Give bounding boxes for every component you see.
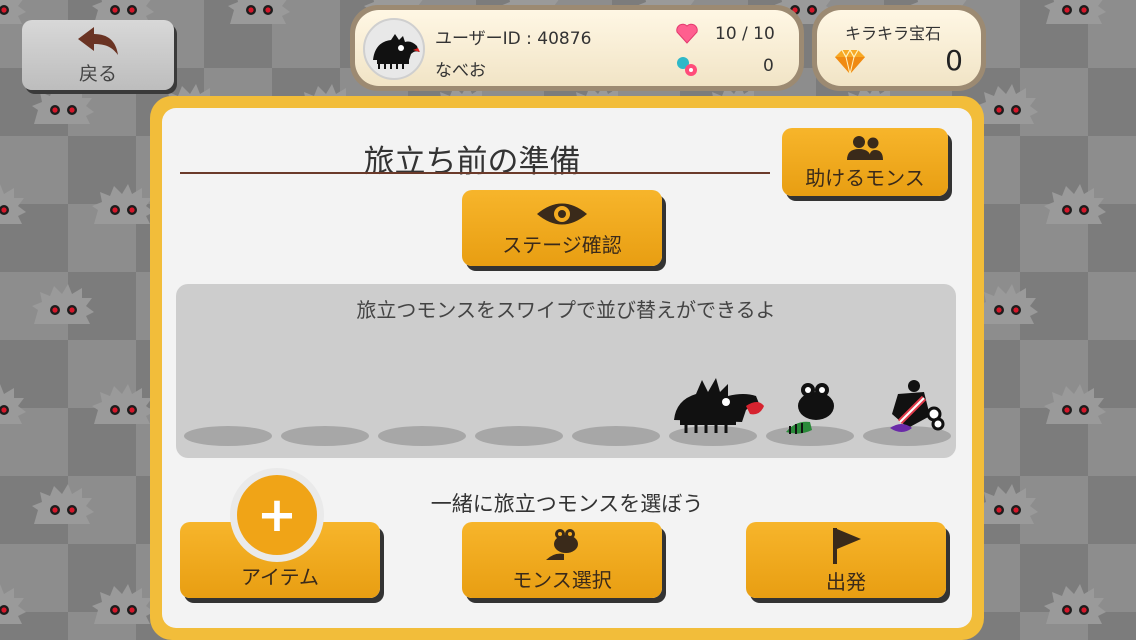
mons-select-label: モンス選択 (512, 567, 612, 592)
depart-label: 出発 (826, 569, 866, 594)
back-label: 戻る (78, 62, 117, 85)
depart-button[interactable]: 出発 (746, 522, 946, 598)
avatar-monster-icon (373, 34, 420, 69)
diamond-icon (835, 48, 865, 75)
stage-check-label: ステージ確認 (502, 232, 622, 257)
plus-icon: + (237, 475, 317, 555)
background-monster (1044, 0, 1106, 24)
helper-mons-label: 助けるモンス (805, 165, 925, 190)
background-monster (228, 0, 290, 24)
background-monster (32, 484, 94, 524)
back-arrow-icon (78, 26, 118, 55)
back-button[interactable]: 戻る (22, 20, 174, 90)
stage-check-button[interactable]: ステージ確認 (462, 190, 662, 266)
background-monster (1044, 184, 1106, 224)
hearts-count: 10 / 10 (715, 24, 775, 44)
mons-select-button[interactable]: モンス選択 (462, 522, 662, 598)
people-icon (847, 135, 883, 160)
background-monster (1044, 384, 1106, 424)
party-slot-empty[interactable] (475, 426, 563, 446)
party-slot-empty[interactable] (378, 426, 466, 446)
heart-icon (676, 23, 698, 44)
party-slot-empty[interactable] (184, 426, 272, 446)
monster-spiky-icon[interactable] (670, 372, 766, 438)
gem-label: キラキラ宝石 (845, 24, 942, 43)
helper-mons-button[interactable]: 助けるモンス (782, 128, 948, 196)
gem-panel: キラキラ宝石 0 (812, 5, 986, 91)
party-slot-empty[interactable] (281, 426, 369, 446)
background-monster (92, 384, 154, 424)
avatar (363, 18, 425, 80)
background-monster (0, 184, 26, 224)
candy-count: 0 (763, 56, 774, 76)
flag-icon (833, 527, 861, 564)
title-divider (180, 172, 770, 174)
background-monster (0, 384, 26, 424)
background-monster (32, 284, 94, 324)
background-monster (1044, 584, 1106, 624)
candy-icon (677, 57, 697, 76)
party-slot-empty[interactable] (572, 426, 660, 446)
swipe-hint: 旅立つモンスをスワイプで並び替えができるよ (356, 298, 776, 322)
monster-icon (546, 528, 578, 560)
background-monster (92, 584, 154, 624)
item-label: アイテム (241, 565, 319, 589)
party-swipe-area[interactable]: 旅立つモンスをスワイプで並び替えができるよ (176, 284, 956, 458)
monster-frog-icon[interactable] (782, 380, 842, 440)
eye-icon (537, 203, 587, 224)
gem-count: 0 (945, 44, 963, 77)
monster-bow-icon[interactable] (880, 376, 946, 442)
background-monster (92, 184, 154, 224)
user-id: ユーザーID : 40876 (435, 29, 592, 49)
background-monster (0, 584, 26, 624)
user-name: なべお (435, 61, 486, 81)
add-item-button[interactable]: + (230, 468, 324, 562)
page-title: 旅立ち前の準備 (363, 144, 581, 180)
prep-panel: 旅立ち前の準備 助けるモンス ステージ確認 旅立つモンスをスワイプで並び替えがで… (150, 96, 984, 640)
user-panel: ユーザーID : 40876 なべお 10 / 10 0 (350, 5, 804, 91)
